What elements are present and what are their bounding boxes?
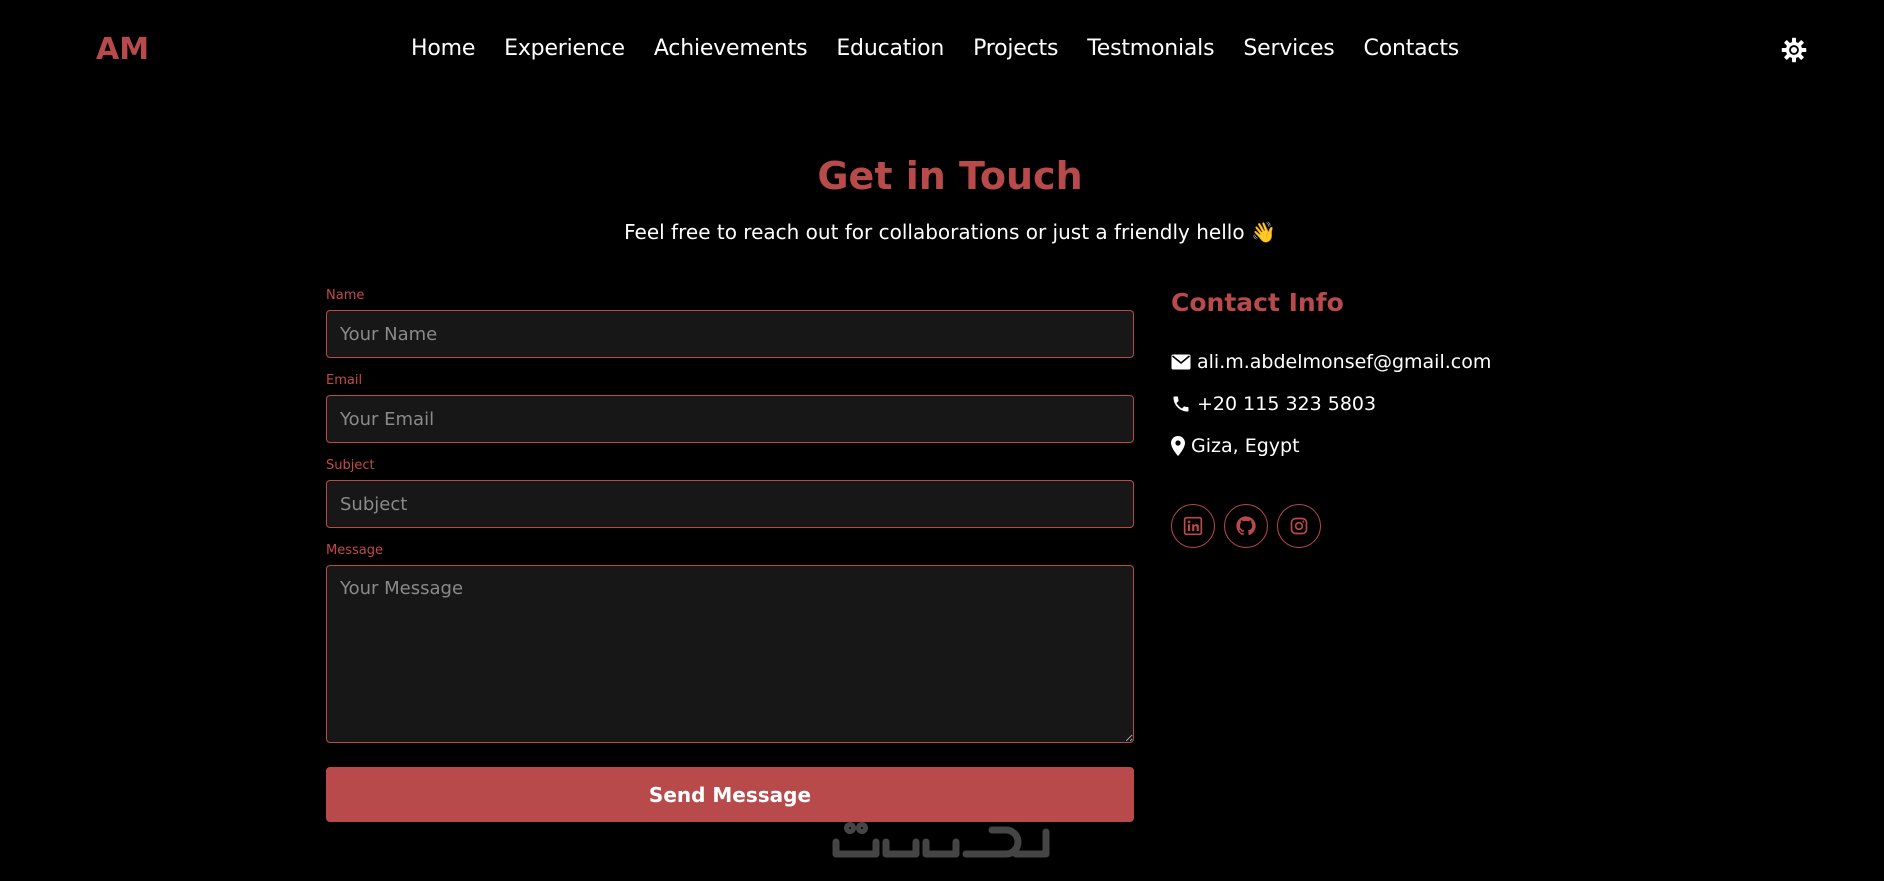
linkedin-link[interactable] [1171, 504, 1215, 548]
name-label: Name [326, 288, 365, 303]
nav-links: Home Experience Achievements Education P… [0, 36, 1884, 61]
email-input[interactable] [326, 395, 1134, 443]
contact-info-title: Contact Info [1171, 288, 1344, 317]
nav-item-education[interactable]: Education [836, 36, 944, 61]
page-title: Get in Touch [817, 154, 1083, 198]
wave-emoji-icon: 👋 [1250, 220, 1276, 244]
contact-location: Giza, Egypt [1191, 435, 1300, 457]
contact-email[interactable]: ali.m.abdelmonsef@gmail.com [1197, 351, 1491, 373]
page-subtitle: Feel free to reach out for collaboration… [0, 220, 1884, 244]
github-link[interactable] [1224, 504, 1268, 548]
envelope-icon [1171, 354, 1191, 370]
nav-item-achievements[interactable]: Achievements [654, 36, 808, 61]
contact-location-row: Giza, Egypt [1171, 435, 1591, 457]
subtitle-text: Feel free to reach out for collaboration… [624, 220, 1245, 244]
theme-toggle-button[interactable] [1780, 36, 1808, 64]
nav-item-home[interactable]: Home [411, 36, 475, 61]
email-label: Email [326, 373, 363, 388]
contact-info: Contact Info ali.m.abdelmonsef@gmail.com… [1171, 288, 1591, 548]
message-group: Message [326, 543, 1134, 743]
email-group: Email [326, 373, 1134, 443]
phone-icon [1173, 396, 1189, 412]
navbar: AM Home Experience Achievements Educatio… [0, 0, 1884, 104]
map-pin-icon [1171, 436, 1185, 456]
name-group: Name [326, 288, 1134, 358]
name-input[interactable] [326, 310, 1134, 358]
nav-item-contacts[interactable]: Contacts [1364, 36, 1460, 61]
nav-item-testimonials[interactable]: Testmonials [1087, 36, 1214, 61]
linkedin-icon [1183, 516, 1203, 536]
instagram-link[interactable] [1277, 504, 1321, 548]
message-textarea[interactable] [326, 565, 1134, 743]
nav-item-experience[interactable]: Experience [504, 36, 625, 61]
contact-email-row: ali.m.abdelmonsef@gmail.com [1171, 351, 1591, 373]
instagram-icon [1290, 517, 1308, 535]
social-links [1171, 504, 1591, 548]
gear-icon [1781, 37, 1807, 63]
subject-label: Subject [326, 458, 375, 473]
nav-item-services[interactable]: Services [1243, 36, 1334, 61]
contact-phone-row: +20 115 323 5803 [1171, 393, 1591, 415]
github-icon [1236, 516, 1256, 536]
subject-group: Subject [326, 458, 1134, 528]
khamsat-watermark-logo [826, 812, 1058, 872]
contact-phone[interactable]: +20 115 323 5803 [1197, 393, 1376, 415]
nav-item-projects[interactable]: Projects [973, 36, 1058, 61]
contact-form: Name Email Subject Message Send Message [326, 288, 1134, 822]
message-label: Message [326, 543, 383, 558]
subject-input[interactable] [326, 480, 1134, 528]
